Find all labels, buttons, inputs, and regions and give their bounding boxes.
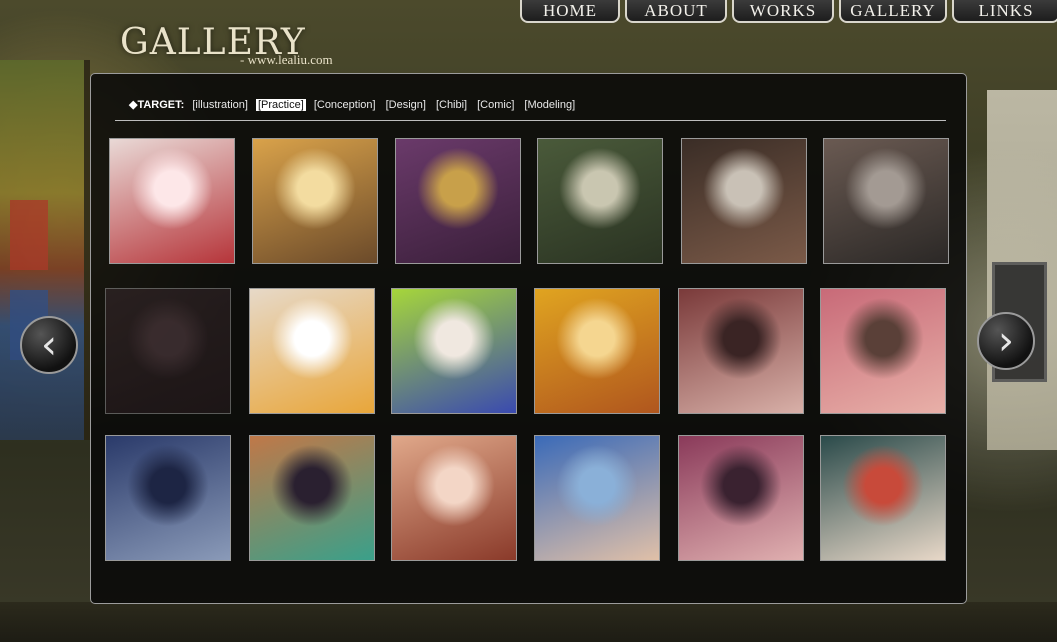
thumbnail[interactable]	[109, 138, 235, 264]
filter-chibi[interactable]: [Chibi]	[434, 99, 469, 111]
filter-conception[interactable]: [Conception]	[312, 99, 378, 111]
thumbnail[interactable]	[537, 138, 663, 264]
nav-home[interactable]: HOME	[520, 0, 620, 23]
thumbnail[interactable]	[820, 435, 946, 561]
background-stained-glass	[0, 60, 90, 440]
filter-modeling[interactable]: [Modeling]	[522, 99, 577, 111]
thumbnail[interactable]	[534, 288, 660, 414]
main-nav: HOME ABOUT WORKS GALLERY LINKS	[520, 0, 1057, 23]
filter-design[interactable]: [Design]	[384, 99, 428, 111]
filter-label: ◆TARGET:	[129, 99, 185, 111]
nav-works[interactable]: WORKS	[732, 0, 834, 23]
thumbnail[interactable]	[678, 288, 804, 414]
thumbnail[interactable]	[249, 288, 375, 414]
thumbnail[interactable]	[105, 435, 231, 561]
thumbnail[interactable]	[534, 435, 660, 561]
thumbnail[interactable]	[252, 138, 378, 264]
thumbnail[interactable]	[820, 288, 946, 414]
nav-about[interactable]: ABOUT	[625, 0, 727, 23]
filter-practice[interactable]: [Practice]	[255, 98, 306, 111]
thumbnail[interactable]	[105, 288, 231, 414]
background-floor	[0, 602, 1057, 642]
gallery-panel: ◆TARGET: [illustration] [Practice] [Conc…	[90, 73, 967, 604]
next-arrow-button[interactable]: ›	[977, 312, 1035, 370]
thumbnail[interactable]	[823, 138, 949, 264]
site-url: - www.lealiu.com	[240, 52, 333, 67]
thumbnail[interactable]	[391, 288, 517, 414]
filter-illustration[interactable]: [illustration]	[190, 99, 250, 111]
prev-arrow-button[interactable]: ‹	[20, 316, 78, 374]
thumbnail[interactable]	[395, 138, 521, 264]
nav-gallery[interactable]: GALLERY	[839, 0, 947, 23]
nav-links[interactable]: LINKS	[952, 0, 1057, 23]
filter-comic[interactable]: [Comic]	[475, 99, 516, 111]
thumbnail[interactable]	[681, 138, 807, 264]
thumbnail[interactable]	[249, 435, 375, 561]
thumbnail[interactable]	[391, 435, 517, 561]
filter-divider	[115, 120, 946, 121]
target-filter: ◆TARGET: [illustration] [Practice] [Conc…	[129, 98, 577, 111]
thumbnail[interactable]	[678, 435, 804, 561]
